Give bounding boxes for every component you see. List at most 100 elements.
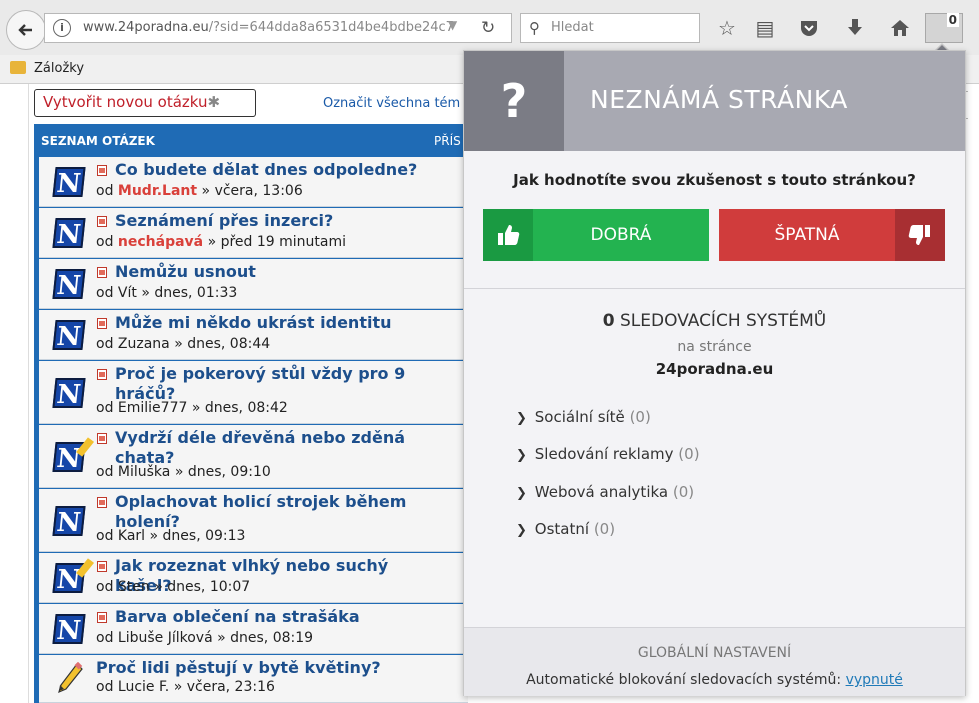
question-meta: od Emilie777 » dnes, 08:42 (96, 400, 288, 416)
chevron-right-icon: ❯ (516, 411, 527, 426)
question-author[interactable]: Libuše Jílková (118, 630, 213, 646)
question-row[interactable]: N Jak rozeznat vlhký nebo suchý kašel? od … (39, 553, 468, 603)
search-placeholder: Hledat (551, 20, 594, 35)
url-dropdown-icon[interactable]: ▼ (448, 18, 457, 32)
auto-block-toggle-link[interactable]: vypnuté (846, 672, 903, 688)
n-icon: N (52, 614, 86, 646)
rating-question: Jak hodnotíte svou zkušenost s touto str… (513, 171, 916, 189)
question-row[interactable]: N Proč je pokerový stůl vždy pro 9 hráčů?… (39, 361, 468, 424)
reading-list-icon[interactable]: ▤ (752, 15, 778, 41)
document-icon (97, 216, 107, 227)
url-text: www.24poradna.eu/?sid=644dda8a6531d4be4b… (83, 20, 454, 35)
question-title[interactable]: Seznámení přes inzerci? (115, 211, 445, 231)
pencil-icon (58, 662, 83, 694)
question-title[interactable]: Co budete dělat dnes odpoledne? (115, 160, 445, 180)
back-button[interactable] (6, 10, 46, 50)
question-row[interactable]: N Vydrží déle dřevěná nebo zděná chata? od… (39, 425, 468, 488)
question-title[interactable]: Proč lidi pěstují v bytě květiny? (96, 658, 426, 678)
question-row[interactable]: N Může mi někdo ukrást identitu od Zuzana … (39, 310, 468, 360)
question-author[interactable]: Vít (118, 285, 137, 301)
question-author[interactable]: Emilie777 (118, 400, 188, 416)
question-row[interactable]: N Nemůžu usnout od Vít » dnes, 01:33 (39, 259, 468, 309)
question-author[interactable]: Miluška (118, 464, 170, 480)
browser-toolbar: i www.24poradna.eu/?sid=644dda8a6531d4be… (0, 0, 979, 56)
n-icon: N (52, 167, 86, 199)
question-title[interactable]: Oplachovat holicí strojek během holení? (115, 492, 445, 532)
category-analytics[interactable]: ❯ Webová analytika (0) (516, 483, 694, 501)
question-title[interactable]: Proč je pokerový stůl vždy pro 9 hráčů? (115, 364, 445, 404)
document-icon (97, 497, 107, 508)
new-question-button[interactable]: Vytvořit novou otázku✱ (34, 89, 256, 117)
category-advertising[interactable]: ❯ Sledování reklamy (0) (516, 445, 700, 463)
thumbs-up-icon (483, 209, 533, 261)
question-meta: od Lucie F. » včera, 23:16 (96, 679, 275, 695)
question-list: SEZNAM OTÁZEK PŘÍS N Co budete dělat dnes… (34, 124, 468, 703)
question-title[interactable]: Nemůžu usnout (115, 262, 445, 282)
rate-good-button[interactable]: DOBRÁ (483, 209, 709, 261)
n-icon: N (52, 218, 86, 250)
question-author[interactable]: Lucie F. (118, 679, 169, 695)
extension-badge: 0 (946, 13, 959, 27)
n-icon: N (52, 269, 86, 301)
question-meta: od Karl » dnes, 09:13 (96, 528, 246, 544)
url-bar[interactable]: i www.24poradna.eu/?sid=644dda8a6531d4be… (44, 13, 512, 43)
question-meta: od Libuše Jílková » dnes, 08:19 (96, 630, 314, 646)
chevron-right-icon: ❯ (516, 448, 527, 463)
chevron-right-icon: ❯ (516, 486, 527, 501)
question-row[interactable]: Proč lidi pěstují v bytě květiny? od Luci… (39, 655, 468, 703)
folder-icon (10, 61, 26, 74)
category-other[interactable]: ❯ Ostatní (0) (516, 520, 615, 538)
auto-block-setting: Automatické blokování sledovacích systém… (526, 672, 903, 688)
question-row[interactable]: N Co budete dělat dnes odpoledne? od Mudr.… (39, 157, 468, 207)
question-author[interactable]: Sten (118, 579, 150, 595)
popup-footer: GLOBÁLNÍ NASTAVENÍ Automatické blokování… (464, 627, 965, 696)
question-author[interactable]: Karl (118, 528, 145, 544)
pocket-icon[interactable] (796, 15, 822, 45)
page-domain: 24poradna.eu (655, 360, 774, 378)
document-icon (97, 165, 107, 176)
document-icon (97, 561, 107, 572)
n-pencil-icon: N (52, 442, 86, 474)
popup-header: ? NEZNÁMÁ STRÁNKA (464, 51, 965, 151)
thumbs-down-icon (895, 209, 945, 261)
question-title[interactable]: Může mi někdo ukrást identitu (115, 313, 445, 333)
document-icon (97, 433, 107, 444)
download-icon[interactable] (842, 15, 868, 45)
n-icon: N (52, 378, 86, 410)
question-author[interactable]: Zuzana (118, 336, 170, 352)
home-icon[interactable] (887, 15, 913, 45)
question-author[interactable]: nechápavá (118, 234, 203, 250)
mark-all-link[interactable]: Označit všechna tém (323, 96, 460, 111)
asterisk-icon: ✱ (207, 93, 221, 111)
bookmark-star-icon[interactable]: ☆ (714, 15, 740, 41)
tracker-extension-button[interactable]: 0 (925, 13, 963, 43)
rate-bad-label: ŠPATNÁ (774, 225, 840, 245)
question-row[interactable]: N Barva oblečení na strašáka od Libuše Jíl… (39, 604, 468, 654)
question-row[interactable]: N Seznámení přes inzerci? od nechápavá » p… (39, 208, 468, 258)
on-page-label: na stránce (677, 339, 752, 355)
category-social[interactable]: ❯ Sociální sítě (0) (516, 408, 651, 426)
document-icon (97, 267, 107, 278)
question-meta: od Vít » dnes, 01:33 (96, 285, 238, 301)
info-icon[interactable]: i (53, 19, 71, 37)
document-icon (97, 318, 107, 329)
document-icon (97, 612, 107, 623)
question-title[interactable]: Vydrží déle dřevěná nebo zděná chata? (115, 428, 445, 468)
question-meta: od Sten » dnes, 10:07 (96, 579, 251, 595)
question-row[interactable]: N Oplachovat holicí strojek během holení?… (39, 489, 468, 552)
rate-bad-button[interactable]: ŠPATNÁ (719, 209, 945, 261)
n-icon: N (52, 320, 86, 352)
question-author[interactable]: Mudr.Lant (118, 183, 197, 199)
popup-title: NEZNÁMÁ STRÁNKA (590, 85, 848, 114)
question-meta: od Miluška » dnes, 09:10 (96, 464, 271, 480)
search-bar[interactable]: ⚲ Hledat (520, 13, 700, 43)
question-list-header: SEZNAM OTÁZEK (41, 134, 155, 148)
search-icon: ⚲ (529, 19, 540, 37)
global-settings-link[interactable]: GLOBÁLNÍ NASTAVENÍ (464, 645, 965, 661)
question-title[interactable]: Barva oblečení na strašáka (115, 607, 445, 627)
n-icon: N (52, 506, 86, 538)
reload-icon[interactable]: ↻ (481, 18, 495, 38)
bookmarks-folder-label[interactable]: Záložky (34, 61, 84, 76)
question-mark-icon: ? (464, 51, 564, 151)
back-arrow-icon (18, 24, 32, 36)
